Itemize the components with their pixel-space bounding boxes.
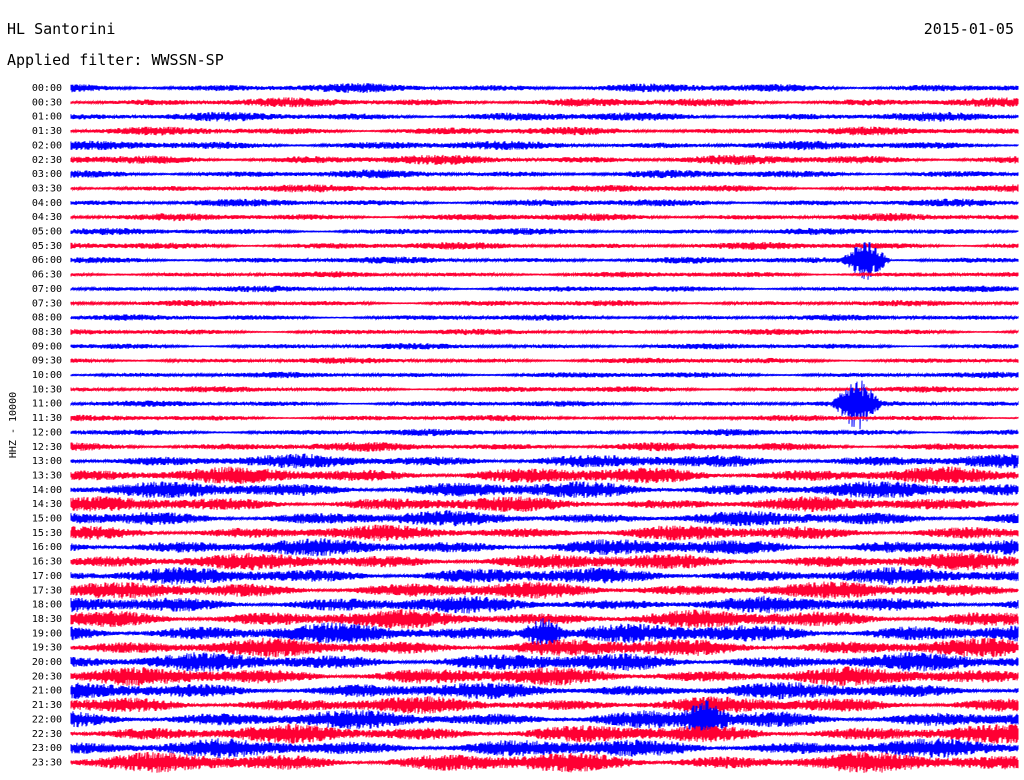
trace-row-0030 [70, 97, 1019, 108]
time-tick-label: 15:30 [32, 528, 62, 539]
time-tick-label: 21:30 [32, 700, 62, 711]
trace-row-1300 [70, 453, 1019, 469]
trace-row-1000 [70, 371, 1019, 379]
time-tick-label: 17:00 [32, 571, 62, 582]
time-tick-label: 09:30 [32, 356, 62, 367]
time-tick-label: 16:00 [32, 542, 62, 553]
time-tick-label: 06:30 [32, 270, 62, 281]
time-tick-label: 23:00 [32, 743, 62, 754]
time-tick-label: 06:00 [32, 255, 62, 266]
time-tick-label: 13:30 [32, 470, 62, 481]
trace-row-1430 [70, 496, 1019, 513]
trace-row-0730 [70, 299, 1019, 307]
time-tick-label: 12:00 [32, 427, 62, 438]
time-tick-label: 11:30 [32, 413, 62, 424]
time-tick-label: 09:00 [32, 341, 62, 352]
time-tick-label: 17:30 [32, 585, 62, 596]
trace-row-2230 [70, 723, 1019, 744]
time-tick-label: 03:00 [32, 169, 62, 180]
trace-row-2000 [70, 651, 1019, 672]
time-tick-label: 07:00 [32, 284, 62, 295]
time-tick-label: 23:30 [32, 757, 62, 768]
trace-row-1930 [70, 637, 1019, 658]
trace-row-1700 [70, 566, 1019, 585]
time-tick-label: 04:00 [32, 198, 62, 209]
time-tick-label: 20:30 [32, 671, 62, 682]
time-tick-label: 01:00 [32, 112, 62, 123]
trace-group [70, 83, 1019, 773]
trace-row-1130 [70, 414, 1019, 422]
time-tick-label: 18:30 [32, 614, 62, 625]
time-tick-label: 03:30 [32, 183, 62, 194]
trace-row-1630 [70, 552, 1019, 571]
trace-row-0100 [70, 111, 1019, 122]
time-tick-label: 18:00 [32, 600, 62, 611]
time-tick-label: 22:00 [32, 714, 62, 725]
time-tick-label: 01:30 [32, 126, 62, 137]
time-tick-label: 10:00 [32, 370, 62, 381]
time-tick-label: 14:00 [32, 485, 62, 496]
trace-row-0400 [70, 198, 1019, 207]
time-tick-label: 13:00 [32, 456, 62, 467]
time-tick-label: 15:00 [32, 514, 62, 525]
trace-row-0900 [70, 343, 1019, 350]
trace-row-1500 [70, 510, 1019, 527]
y-axis-label: HHZ - 10000 [8, 392, 19, 458]
trace-row-0930 [70, 357, 1019, 365]
helicorder-plot: 00:00 00:30 01:00 01:30 02:00 02:30 03:00 03:30… [8, 83, 1019, 773]
time-tick-label: 22:30 [32, 729, 62, 740]
trace-row-0330 [70, 184, 1019, 193]
trace-row-2330 [70, 751, 1019, 773]
trace-row-2130 [70, 696, 1019, 714]
trace-row-1230 [70, 442, 1019, 452]
time-tick-label: 05:30 [32, 241, 62, 252]
trace-row-0130 [70, 126, 1019, 136]
trace-row-2300 [70, 738, 1019, 759]
time-tick-label: 14:30 [32, 499, 62, 510]
trace-row-1530 [70, 524, 1019, 542]
trace-row-0830 [70, 328, 1019, 336]
time-tick-group: 00:00 00:30 01:00 01:30 02:00 02:30 03:00 03:30… [32, 83, 62, 768]
trace-row-0700 [70, 285, 1019, 293]
time-tick-label: 11:00 [32, 399, 62, 410]
trace-row-1600 [70, 538, 1019, 557]
trace-row-0630 [70, 271, 1019, 278]
time-tick-label: 02:30 [32, 155, 62, 166]
trace-row-0000 [70, 83, 1019, 93]
time-tick-label: 02:00 [32, 140, 62, 151]
trace-row-0230 [70, 154, 1019, 165]
trace-row-1200 [70, 428, 1019, 437]
time-tick-label: 00:00 [32, 83, 62, 94]
time-tick-label: 07:30 [32, 298, 62, 309]
time-tick-label: 12:30 [32, 442, 62, 453]
trace-row-0430 [70, 213, 1019, 222]
time-tick-label: 04:30 [32, 212, 62, 223]
time-tick-label: 05:00 [32, 227, 62, 238]
trace-row-0300 [70, 169, 1019, 179]
time-tick-label: 08:00 [32, 313, 62, 324]
time-tick-label: 10:30 [32, 384, 62, 395]
time-tick-label: 08:30 [32, 327, 62, 338]
time-tick-label: 19:00 [32, 628, 62, 639]
trace-row-0500 [70, 227, 1019, 236]
time-tick-label: 16:30 [32, 557, 62, 568]
time-tick-label: 19:30 [32, 643, 62, 654]
trace-row-1400 [70, 480, 1019, 499]
time-tick-label: 00:30 [32, 97, 62, 108]
trace-row-1730 [70, 581, 1019, 600]
trace-row-1030 [70, 385, 1019, 393]
trace-row-0800 [70, 314, 1019, 321]
time-tick-label: 21:00 [32, 686, 62, 697]
trace-row-0200 [70, 140, 1019, 151]
trace-row-1330 [70, 466, 1019, 485]
time-tick-label: 20:00 [32, 657, 62, 668]
